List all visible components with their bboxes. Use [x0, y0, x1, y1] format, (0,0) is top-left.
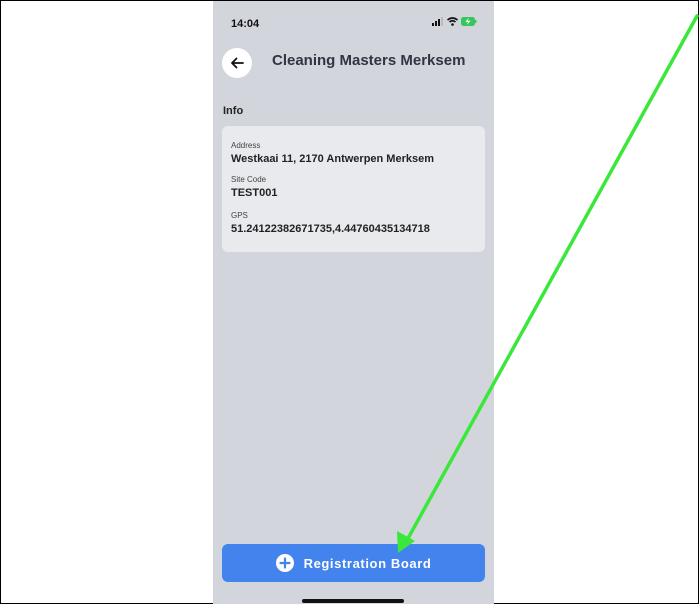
- page-title: Cleaning Masters Merksem: [272, 52, 466, 69]
- address-label: Address: [231, 141, 261, 150]
- home-indicator: [302, 599, 404, 603]
- registration-board-label: Registration Board: [303, 555, 432, 571]
- status-icons: [432, 17, 477, 26]
- gps-label: GPS: [231, 211, 248, 220]
- battery-charging-icon: [461, 17, 477, 26]
- wifi-icon: [447, 17, 458, 26]
- address-value: Westkaai 11, 2170 Antwerpen Merksem: [231, 153, 434, 165]
- signal-icon: [432, 17, 443, 26]
- plus-circle-icon: [275, 554, 294, 572]
- arrow-left-icon: [231, 57, 244, 69]
- registration-board-button[interactable]: Registration Board: [222, 544, 485, 582]
- info-card: Address Westkaai 11, 2170 Antwerpen Merk…: [222, 126, 485, 252]
- phone-screen: 14:04 Cleaning Masters Merksem Info Addr…: [213, 1, 494, 604]
- site-code-value: TEST001: [231, 187, 278, 199]
- back-button[interactable]: [222, 48, 252, 78]
- gps-value: 51.24122382671735,4.44760435134718: [231, 223, 430, 235]
- status-time: 14:04: [231, 18, 260, 30]
- site-code-label: Site Code: [231, 175, 267, 184]
- info-section-title: Info: [223, 105, 244, 117]
